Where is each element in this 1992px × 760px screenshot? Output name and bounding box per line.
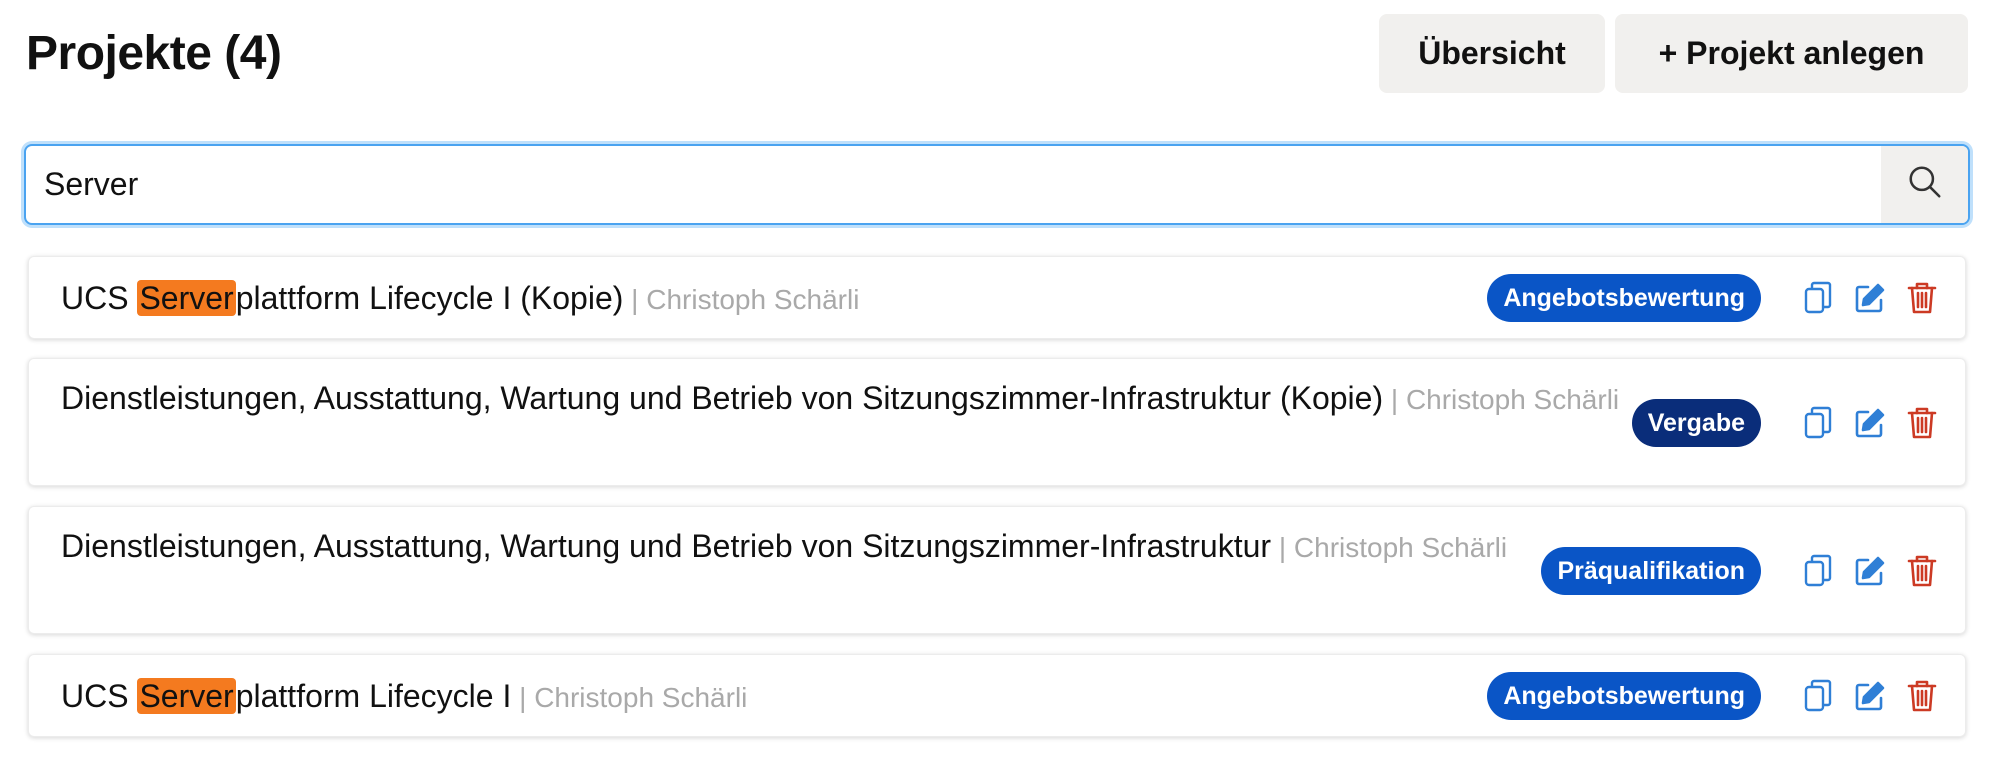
search-match-highlight: Server [137, 280, 236, 316]
search-button[interactable] [1881, 146, 1968, 223]
copy-icon[interactable] [1801, 406, 1835, 440]
page-title: Projekte (4) [26, 27, 282, 80]
project-owner: | Christoph Schärli [1271, 532, 1508, 563]
status-badge: Angebotsbewertung [1487, 274, 1761, 322]
trash-icon[interactable] [1905, 679, 1939, 713]
project-title-suffix: plattform Lifecycle I (Kopie) [235, 280, 624, 316]
search-match-highlight: Server [137, 678, 236, 714]
row-actions: Angebotsbewertung [1487, 672, 1939, 720]
search-input[interactable] [26, 146, 1883, 223]
project-title[interactable]: UCS Serverplattform Lifecycle I | Christ… [61, 673, 747, 721]
project-title-suffix: plattform Lifecycle I [235, 678, 512, 714]
page-header: Projekte (4) Übersicht + Projekt anlegen [26, 14, 1968, 94]
edit-icon[interactable] [1853, 281, 1887, 315]
overview-button[interactable]: Übersicht [1379, 14, 1605, 93]
project-row[interactable]: Dienstleistungen, Ausstattung, Wartung u… [28, 506, 1966, 634]
search-icon [1906, 163, 1944, 206]
project-owner: | Christoph Schärli [511, 682, 748, 713]
project-title-prefix: Dienstleistungen, Ausstattung, Wartung u… [61, 380, 1384, 416]
copy-icon[interactable] [1801, 679, 1835, 713]
copy-icon[interactable] [1801, 281, 1835, 315]
project-title-prefix: UCS [61, 678, 138, 714]
project-title-prefix: Dienstleistungen, Ausstattung, Wartung u… [61, 528, 1272, 564]
project-row[interactable]: Dienstleistungen, Ausstattung, Wartung u… [28, 358, 1966, 486]
status-badge: Vergabe [1631, 399, 1761, 447]
project-row[interactable]: UCS Serverplattform Lifecycle I (Kopie) … [28, 256, 1966, 339]
project-title-prefix: UCS [61, 280, 138, 316]
trash-icon[interactable] [1905, 406, 1939, 440]
search-bar [24, 144, 1970, 225]
project-owner: | Christoph Schärli [1383, 384, 1620, 415]
project-owner: | Christoph Schärli [623, 284, 860, 315]
new-project-button[interactable]: + Projekt anlegen [1615, 14, 1968, 93]
header-actions: Übersicht + Projekt anlegen [1379, 14, 1968, 93]
edit-icon[interactable] [1853, 679, 1887, 713]
status-badge: Präqualifikation [1541, 547, 1761, 595]
row-actions: Vergabe [1631, 399, 1939, 447]
project-title[interactable]: Dienstleistungen, Ausstattung, Wartung u… [61, 523, 1531, 571]
project-row[interactable]: UCS Serverplattform Lifecycle I | Christ… [28, 654, 1966, 737]
trash-icon[interactable] [1905, 554, 1939, 588]
status-badge: Angebotsbewertung [1487, 672, 1761, 720]
project-title[interactable]: UCS Serverplattform Lifecycle I (Kopie) … [61, 275, 859, 323]
row-actions: Präqualifikation [1541, 547, 1939, 595]
trash-icon[interactable] [1905, 281, 1939, 315]
copy-icon[interactable] [1801, 554, 1835, 588]
edit-icon[interactable] [1853, 554, 1887, 588]
project-title[interactable]: Dienstleistungen, Ausstattung, Wartung u… [61, 375, 1631, 423]
row-actions: Angebotsbewertung [1487, 274, 1939, 322]
edit-icon[interactable] [1853, 406, 1887, 440]
